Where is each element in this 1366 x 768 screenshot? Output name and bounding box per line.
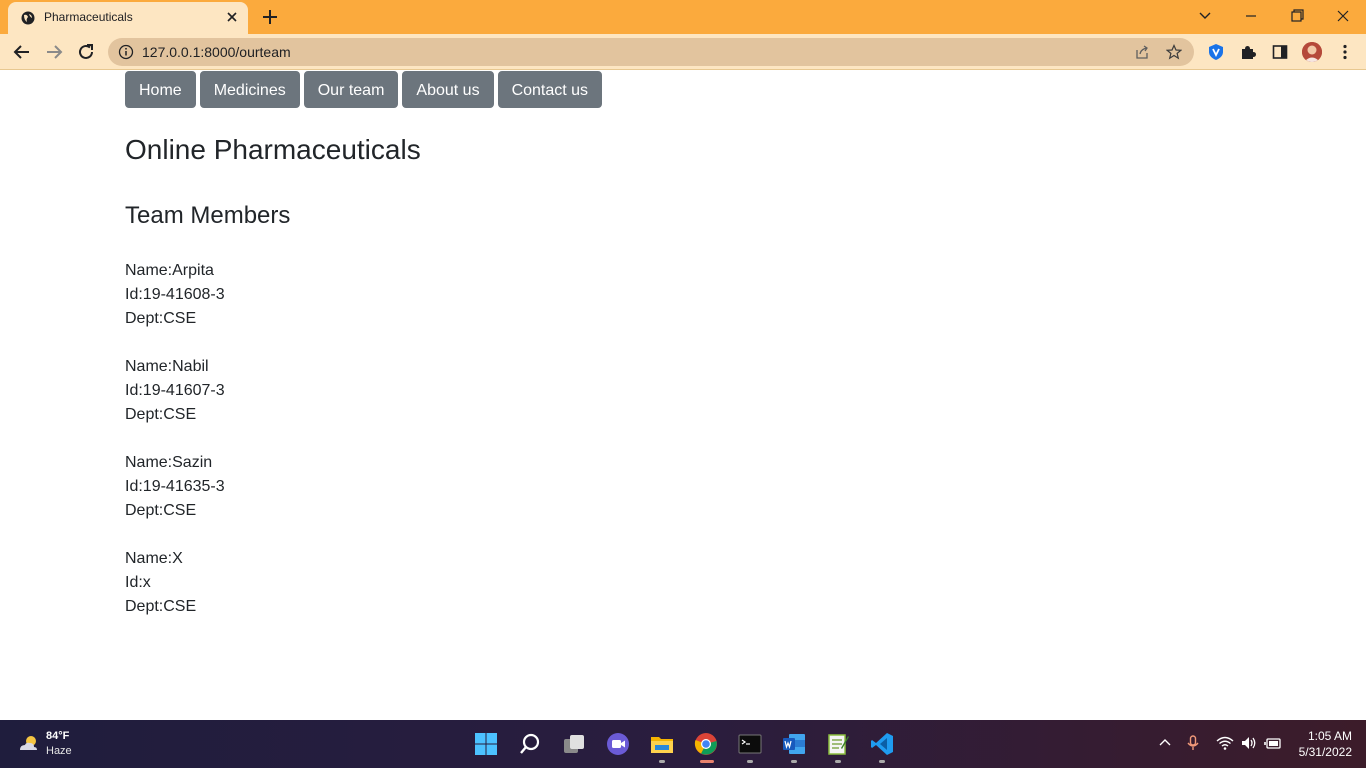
running-indicator (835, 760, 841, 763)
profile-avatar[interactable] (1302, 42, 1322, 62)
restore-icon[interactable] (1286, 6, 1308, 26)
member-id: Id:x (125, 574, 151, 591)
page-title: Online Pharmaceuticals (125, 134, 421, 165)
vscode-icon[interactable] (870, 732, 894, 756)
vpn-shield-icon[interactable] (1207, 43, 1225, 61)
site-info-icon[interactable] (118, 44, 134, 60)
profile-picture-icon (1302, 42, 1322, 62)
weather-temperature: 84°F (46, 730, 70, 742)
member-name: Name:Arpita (125, 262, 214, 279)
main-nav: Home Medicines Our team About us Contact… (125, 71, 603, 108)
member-dept: Dept:CSE (125, 310, 197, 327)
running-indicator (659, 760, 665, 763)
address-bar[interactable]: 127.0.0.1:8000/ourteam (108, 38, 1194, 66)
nav-home-button[interactable]: Home (125, 71, 196, 108)
nav-contact-us-button[interactable]: Contact us (497, 71, 603, 108)
windows-taskbar: 84°F Haze 1:05 AM 5/31/2022 (0, 720, 1366, 768)
member-name: Name:Sazin (125, 454, 213, 471)
clock-time: 1:05 AM (1307, 729, 1352, 743)
back-arrow-icon[interactable] (12, 42, 32, 62)
page-content: Home Medicines Our team About us Contact… (0, 70, 1366, 720)
member-name: Name:Nabil (125, 358, 209, 375)
teams-chat-icon[interactable] (606, 732, 630, 756)
member-dept: Dept:CSE (125, 598, 197, 615)
clock-date: 5/31/2022 (1298, 745, 1352, 759)
team-member: Name:Sazin Id:19-41635-3 Dept:CSE (125, 451, 225, 523)
terminal-icon[interactable] (738, 732, 762, 756)
windows-start-icon[interactable] (474, 732, 498, 756)
url-text: 127.0.0.1:8000/ourteam (142, 44, 291, 60)
team-member: Name:Arpita Id:19-41608-3 Dept:CSE (125, 259, 225, 331)
share-icon[interactable] (1134, 44, 1150, 60)
team-member: Name:Nabil Id:19-41607-3 Dept:CSE (125, 355, 225, 427)
weather-haze-icon (20, 736, 37, 750)
system-clock[interactable]: 1:05 AM 5/31/2022 (1288, 728, 1352, 760)
running-indicator (879, 760, 885, 763)
member-id: Id:19-41608-3 (125, 286, 225, 303)
battery-icon[interactable] (1264, 734, 1282, 752)
globe-icon (21, 11, 35, 25)
search-icon[interactable] (518, 732, 542, 756)
new-tab-icon[interactable] (260, 7, 280, 27)
minimize-icon[interactable] (1240, 6, 1262, 26)
weather-condition: Haze (46, 745, 72, 757)
extensions-puzzle-icon[interactable] (1239, 43, 1257, 61)
nav-about-us-button[interactable]: About us (402, 71, 494, 108)
reload-icon[interactable] (76, 42, 96, 62)
active-app-indicator (700, 760, 714, 763)
forward-arrow-icon[interactable] (44, 42, 64, 62)
member-name: Name:X (125, 550, 183, 567)
nav-medicines-button[interactable]: Medicines (199, 71, 300, 108)
wifi-icon[interactable] (1216, 734, 1234, 752)
chrome-icon[interactable] (694, 732, 718, 756)
browser-tab[interactable]: Pharmaceuticals (8, 2, 248, 34)
word-icon[interactable] (782, 732, 806, 756)
running-indicator (747, 760, 753, 763)
close-tab-icon[interactable] (224, 9, 240, 25)
show-hidden-icons-icon[interactable] (1156, 734, 1174, 752)
side-panel-icon[interactable] (1271, 43, 1289, 61)
tab-search-icon[interactable] (1194, 6, 1216, 26)
member-dept: Dept:CSE (125, 502, 197, 519)
file-explorer-icon[interactable] (650, 732, 674, 756)
member-id: Id:19-41635-3 (125, 478, 225, 495)
section-title: Team Members (125, 202, 291, 229)
team-member-list: Name:Arpita Id:19-41608-3 Dept:CSE Name:… (125, 259, 225, 643)
running-indicator (791, 760, 797, 763)
tab-title: Pharmaceuticals (44, 10, 133, 24)
member-id: Id:19-41607-3 (125, 382, 225, 399)
close-window-icon[interactable] (1332, 6, 1354, 26)
team-member: Name:X Id:x Dept:CSE (125, 547, 225, 619)
volume-icon[interactable] (1240, 734, 1258, 752)
browser-menu-icon[interactable] (1336, 43, 1354, 61)
bookmark-star-icon[interactable] (1166, 44, 1182, 60)
member-dept: Dept:CSE (125, 406, 197, 423)
browser-tab-strip: Pharmaceuticals (0, 0, 1366, 34)
browser-toolbar: 127.0.0.1:8000/ourteam (0, 34, 1366, 70)
notepad-icon[interactable] (826, 732, 850, 756)
nav-our-team-button[interactable]: Our team (303, 71, 399, 108)
task-view-icon[interactable] (562, 732, 586, 756)
microphone-icon[interactable] (1184, 734, 1202, 752)
